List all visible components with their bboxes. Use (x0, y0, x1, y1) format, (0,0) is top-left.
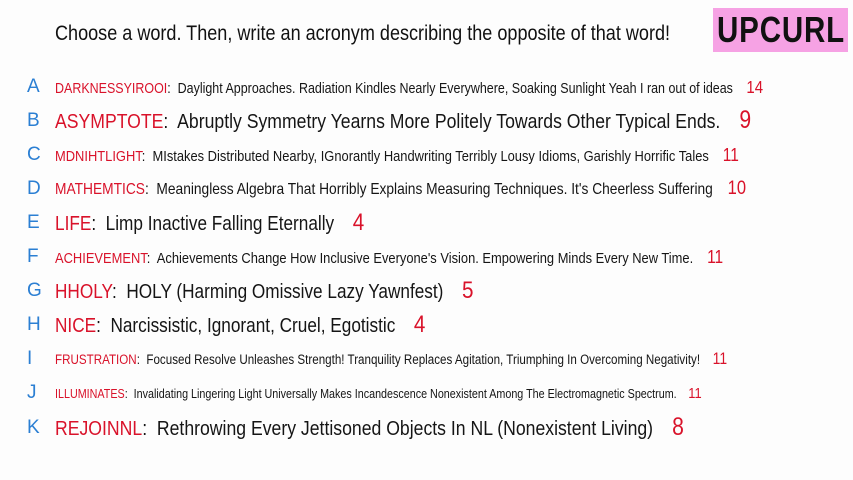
acronym-text: Narcissistic, Ignorant, Cruel, Egotistic (110, 315, 396, 337)
original-word: NICE (55, 315, 97, 337)
row-letter: I (27, 348, 33, 369)
score: 9 (739, 107, 752, 134)
row-letter: H (27, 314, 41, 335)
row-content: HHOLY: HOLY (Harming Omissive Lazy Yawnf… (55, 277, 473, 305)
row-letter: K (27, 417, 40, 438)
score: 5 (461, 277, 474, 304)
colon: : (167, 80, 178, 97)
score: 11 (688, 384, 702, 402)
acronym-text: HOLY (Harming Omissive Lazy Yawnfest) (126, 281, 444, 303)
row-content: ILLUMINATES: Invalidating Lingering Ligh… (55, 385, 702, 402)
original-word: LIFE (55, 213, 92, 235)
score: 11 (722, 144, 739, 165)
row-letter: B (27, 110, 40, 131)
row-letter: F (27, 246, 39, 267)
original-word: FRUSTRATION (55, 351, 137, 367)
original-word: REJOINNL (55, 417, 143, 440)
row-letter: D (27, 178, 41, 199)
colon: : (91, 213, 106, 235)
colon: : (96, 315, 111, 337)
acronym-text: Daylight Approaches. Radiation Kindles N… (177, 80, 733, 97)
score: 14 (746, 76, 764, 97)
original-word: ACHIEVEMENT (55, 249, 147, 267)
score: 4 (413, 311, 426, 338)
row-content: DARKNESSYIROOI: Daylight Approaches. Rad… (55, 77, 763, 98)
original-word: MATHEMTICS (55, 181, 145, 198)
row-letter: C (27, 144, 41, 165)
score: 10 (727, 178, 747, 199)
acronym-text: Limp Inactive Falling Eternally (105, 213, 335, 235)
row-content: REJOINNL: Rethrowing Every Jettisoned Ob… (55, 414, 684, 442)
colon: : (146, 249, 157, 267)
score: 8 (672, 414, 684, 441)
score: 4 (352, 209, 365, 236)
original-word: ASYMPTOTE (55, 110, 164, 133)
acronym-text: Focused Resolve Unleashes Strength! Tran… (146, 351, 701, 367)
colon: : (136, 351, 147, 367)
upcurl-badge: UPCURL (713, 8, 848, 52)
colon: : (142, 417, 157, 440)
row-content: ACHIEVEMENT: Achievements Change How Inc… (55, 247, 723, 268)
badge-text: UPCURL (716, 9, 845, 50)
acronym-text: Meaningless Algebra That Horribly Explai… (156, 181, 713, 198)
row-letter: E (27, 212, 40, 233)
acronym-text: MIstakes Distributed Nearby, IGnorantly … (152, 147, 709, 165)
row-content: MDNIHTLIGHT: MIstakes Distributed Nearby… (55, 145, 739, 166)
row-content: NICE: Narcissistic, Ignorant, Cruel, Ego… (55, 311, 425, 339)
acronym-text: Rethrowing Every Jettisoned Objects In N… (156, 417, 654, 440)
original-word: HHOLY (55, 281, 113, 303)
row-letter: J (27, 382, 37, 403)
score: 11 (707, 246, 724, 267)
acronym-text: Achievements Change How Inclusive Everyo… (156, 249, 694, 267)
row-content: ASYMPTOTE: Abruptly Symmetry Yearns More… (55, 107, 751, 135)
original-word: ILLUMINATES (55, 386, 125, 401)
row-letter: G (27, 280, 42, 301)
score: 11 (712, 349, 728, 368)
prompt-title: Choose a word. Then, write an acronym de… (55, 22, 671, 45)
original-word: MDNIHTLIGHT (55, 147, 142, 165)
colon: : (141, 147, 153, 165)
row-content: LIFE: Limp Inactive Falling Eternally 4 (55, 209, 364, 237)
original-word: DARKNESSYIROOI (55, 80, 168, 97)
row-content: FRUSTRATION: Focused Resolve Unleashes S… (55, 350, 727, 369)
row-letter: A (27, 76, 40, 97)
acronym-text: Invalidating Lingering Light Universally… (133, 386, 677, 401)
row-content: MATHEMTICS: Meaningless Algebra That Hor… (55, 178, 746, 200)
colon: : (112, 281, 127, 303)
colon: : (163, 110, 178, 133)
acronym-text: Abruptly Symmetry Yearns More Politely T… (177, 110, 721, 133)
colon: : (144, 181, 157, 198)
